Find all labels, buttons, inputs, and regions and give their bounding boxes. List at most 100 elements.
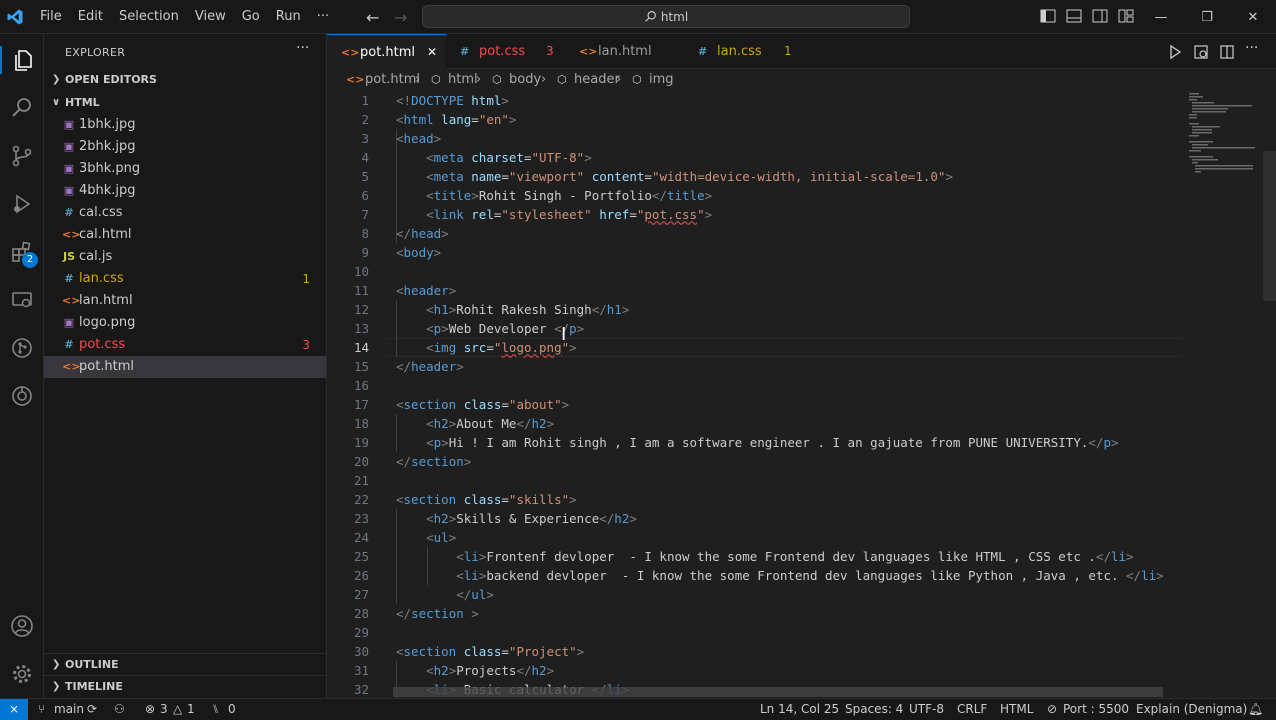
outline-section[interactable]: ❯ OUTLINE <box>44 653 327 676</box>
file-item[interactable]: # pot.css 3 <box>44 334 326 356</box>
code-editor[interactable]: 1 2 3 4 5 6 7 8 9 10 11 12 13 14 15 16 17 18 19 20 21 22 23 24 2… <box>327 91 1276 698</box>
file-item[interactable]: ▣ 2bhk.jpg <box>44 136 326 158</box>
file-name: cal.js <box>79 249 113 264</box>
breadcrumb-body[interactable]: body <box>509 69 541 91</box>
ports-count[interactable]: 0 <box>228 699 236 720</box>
restore-button[interactable]: ❐ <box>1184 0 1230 34</box>
branch-name[interactable]: main <box>54 699 84 720</box>
line-number: 27 <box>353 587 369 602</box>
open-editors-section[interactable]: ❯ OPEN EDITORS <box>44 69 327 91</box>
breadcrumb-file[interactable]: pot.html <box>365 69 420 91</box>
code-line-12: <h1>Rohit Rakesh Singh</h1> <box>426 302 630 317</box>
file-item[interactable]: ▣ logo.png <box>44 312 326 334</box>
line-number: 11 <box>353 283 369 298</box>
language-mode[interactable]: HTML <box>1000 699 1033 720</box>
menu-go[interactable]: Go <box>234 0 268 34</box>
code-line-3: <head> <box>396 131 442 146</box>
toggle-secondary-sidebar-icon[interactable] <box>1092 9 1108 23</box>
error-count[interactable]: 3 <box>160 699 168 720</box>
menu-edit[interactable]: Edit <box>70 0 111 34</box>
code-line-13: <p>Web Developer </p> <box>426 321 585 336</box>
file-item[interactable]: ▣ 4bhk.jpg <box>44 180 326 202</box>
ports-icon[interactable]: ⑊ <box>212 699 219 720</box>
line-number: 3 <box>361 131 369 146</box>
file-name: 3bhk.png <box>79 161 141 176</box>
more-actions-icon[interactable]: ··· <box>1245 40 1261 56</box>
tab-lan-css[interactable]: # lan.css 1 <box>684 34 803 69</box>
file-type-icon: <> <box>62 360 81 373</box>
git-graph-icon[interactable]: ⚇ <box>114 699 125 720</box>
breadcrumb-html[interactable]: html <box>448 69 478 91</box>
open-preview-icon[interactable] <box>1193 44 1209 60</box>
text-cursor-icon: I <box>561 324 567 345</box>
source-control-activity[interactable] <box>8 142 36 170</box>
file-item[interactable]: ▣ 3bhk.png <box>44 158 326 180</box>
code-line-17: <section class="about"> <box>396 397 570 412</box>
split-editor-icon[interactable] <box>1219 44 1235 60</box>
chevron-down-icon: ∨ <box>52 97 61 108</box>
notifications-bell-icon[interactable]: 🔔︎ <box>1248 699 1263 720</box>
customize-layout-icon[interactable] <box>1118 9 1134 23</box>
run-icon[interactable] <box>1167 44 1183 60</box>
minimize-button[interactable]: — <box>1138 0 1184 34</box>
forward-arrow-icon[interactable]: → <box>394 8 407 27</box>
toggle-primary-sidebar-icon[interactable] <box>1040 9 1056 23</box>
toggle-panel-icon[interactable] <box>1066 9 1082 23</box>
file-item[interactable]: JS cal.js <box>44 246 326 268</box>
menu-file[interactable]: File <box>32 0 70 34</box>
cursor-position[interactable]: Ln 14, Col 25 <box>760 699 839 720</box>
explorer-more-icon[interactable]: ··· <box>296 40 309 56</box>
tab-pot-css[interactable]: # pot.css 3 <box>446 34 565 69</box>
tab-lan-html[interactable]: <> lan.html <box>565 34 684 69</box>
explain-denigma[interactable]: Explain (Denigma) <box>1136 699 1247 720</box>
code-line-31: <h2>Projects</h2> <box>426 663 555 678</box>
search-activity[interactable] <box>8 94 36 122</box>
folder-html-section[interactable]: ∨ HTML <box>44 92 327 114</box>
code-line-18: <h2>About Me</h2> <box>426 416 555 431</box>
encoding[interactable]: UTF-8 <box>909 699 944 720</box>
git-graph-activity[interactable] <box>8 334 36 362</box>
sync-icon[interactable]: ⟳ <box>87 699 97 720</box>
file-item[interactable]: <> cal.html <box>44 224 326 246</box>
file-item[interactable]: # cal.css <box>44 202 326 224</box>
menu-view[interactable]: View <box>187 0 234 34</box>
window-controls: — ❐ ✕ <box>1138 0 1276 34</box>
indentation[interactable]: Spaces: 4 <box>845 699 903 720</box>
menu-bar: File Edit Selection View Go Run ··· <box>32 0 337 34</box>
remote-explorer-activity[interactable] <box>8 286 36 314</box>
close-icon[interactable]: ✕ <box>427 35 437 70</box>
error-icon[interactable]: ⊗ <box>145 699 155 720</box>
file-item[interactable]: <> lan.html <box>44 290 326 312</box>
minimap[interactable] <box>1187 91 1255 191</box>
tab-pot-html[interactable]: <> pot.html ✕ <box>327 34 446 69</box>
file-item[interactable]: # lan.css 1 <box>44 268 326 290</box>
close-window-button[interactable]: ✕ <box>1230 0 1276 34</box>
timeline-section[interactable]: ❯ TIMELINE <box>44 675 327 698</box>
end-of-line[interactable]: CRLF <box>957 699 987 720</box>
live-server-port[interactable]: Port : 5500 <box>1063 699 1129 720</box>
vertical-scrollbar[interactable] <box>1263 151 1276 301</box>
menu-selection[interactable]: Selection <box>111 0 187 34</box>
warning-icon[interactable]: △ <box>173 699 182 720</box>
back-arrow-icon[interactable]: ← <box>366 8 379 27</box>
manage-activity[interactable] <box>8 660 36 688</box>
horizontal-scrollbar[interactable] <box>393 687 1163 697</box>
file-item[interactable]: ▣ 1bhk.jpg <box>44 114 326 136</box>
command-center-search[interactable]: html <box>422 5 910 28</box>
broadcast-icon[interactable]: ⊘ <box>1047 699 1057 720</box>
line-number: 7 <box>361 207 369 222</box>
code-line-22: <section class="skills"> <box>396 492 577 507</box>
warning-count[interactable]: 1 <box>187 699 195 720</box>
explorer-activity[interactable] <box>0 46 46 74</box>
run-debug-activity[interactable] <box>8 190 36 218</box>
file-item[interactable]: <> pot.html <box>44 356 326 378</box>
line-number: 5 <box>361 169 369 184</box>
remote-indicator[interactable]: ⨯ <box>0 699 28 720</box>
menu-run[interactable]: Run <box>268 0 309 34</box>
menu-more[interactable]: ··· <box>309 0 337 34</box>
breadcrumb-header[interactable]: header <box>574 69 620 91</box>
gitlens-activity[interactable] <box>8 382 36 410</box>
file-type-icon: # <box>64 206 74 219</box>
breadcrumb-img[interactable]: img <box>649 69 674 91</box>
accounts-activity[interactable] <box>8 612 36 640</box>
